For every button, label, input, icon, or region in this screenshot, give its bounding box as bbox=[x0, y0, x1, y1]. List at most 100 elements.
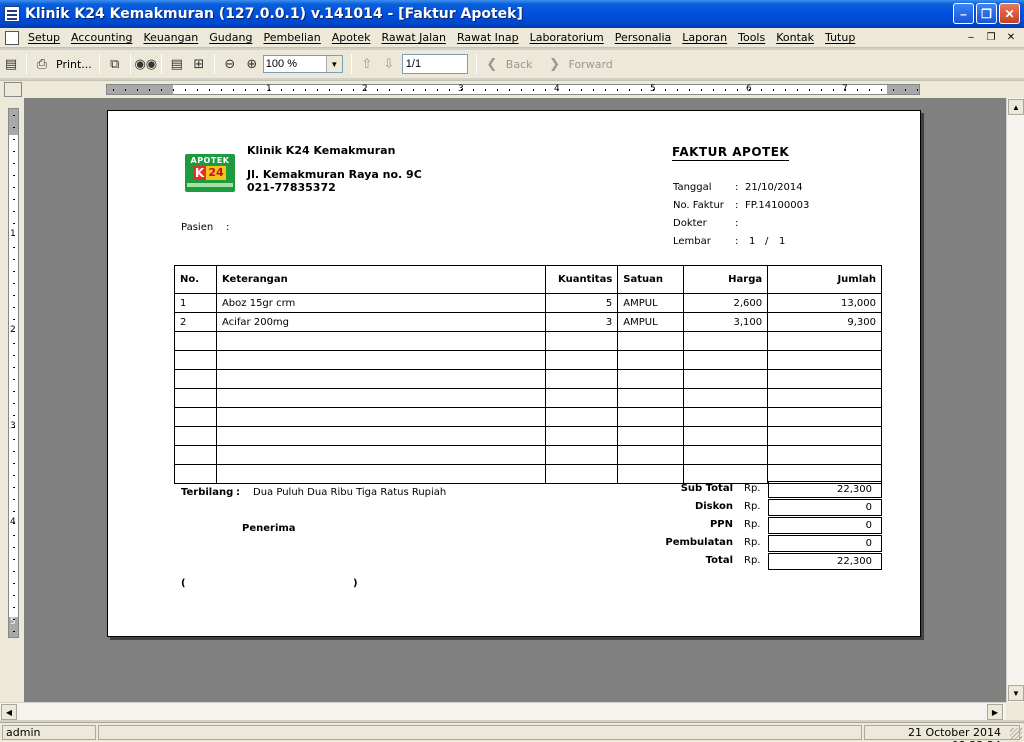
cell-no bbox=[174, 350, 217, 370]
zoom-out-icon: ⊖ bbox=[224, 56, 236, 72]
cell-satuan bbox=[617, 369, 685, 389]
cell-keterangan bbox=[215, 407, 547, 427]
ruler-tick bbox=[461, 89, 462, 91]
lembar-label: Lembar bbox=[673, 236, 711, 247]
vertical-ruler-column: 1 2 3 4 5 bbox=[0, 98, 24, 702]
toggle-tree-button[interactable]: ▤ bbox=[0, 53, 22, 75]
cell-kuantitas bbox=[545, 369, 619, 389]
lembar-page: 1 bbox=[749, 236, 756, 247]
print-button[interactable]: ⎙ Print... bbox=[31, 53, 95, 75]
currency-label: Rp. bbox=[744, 537, 761, 548]
cell-no bbox=[174, 426, 217, 446]
mdi-close-icon[interactable]: ✕ bbox=[1004, 30, 1018, 44]
ruler-tick bbox=[113, 89, 114, 91]
cell-keterangan bbox=[215, 350, 547, 370]
ruler-tick bbox=[13, 391, 15, 392]
summary-label: Total bbox=[705, 555, 733, 566]
forward-label: Forward bbox=[568, 57, 613, 71]
single-page-button[interactable]: ▤ bbox=[166, 53, 188, 75]
table-row bbox=[174, 350, 882, 370]
ruler-tick bbox=[13, 535, 15, 536]
table-header-row: No. Keterangan Kuantitas Satuan Harga Ju… bbox=[174, 265, 882, 294]
cell-kuantitas bbox=[545, 388, 619, 408]
menu-setup[interactable]: Setup bbox=[23, 31, 66, 44]
toolbar-separator bbox=[26, 54, 27, 74]
menu-laboratorium[interactable]: Laboratorium bbox=[525, 31, 610, 44]
menu-rawat-inap[interactable]: Rawat Inap bbox=[452, 31, 525, 44]
maximize-button[interactable]: ❐ bbox=[976, 3, 997, 24]
ruler-tick bbox=[533, 89, 534, 91]
zoom-in-button[interactable]: ⊕ bbox=[241, 53, 263, 75]
menu-personalia[interactable]: Personalia bbox=[610, 31, 678, 44]
ruler-tick bbox=[13, 127, 15, 128]
scroll-right-icon[interactable]: ▶ bbox=[987, 704, 1003, 720]
ruler-tick bbox=[761, 89, 762, 91]
ruler-tick bbox=[13, 115, 15, 116]
scroll-left-icon[interactable]: ◀ bbox=[1, 704, 17, 720]
menu-rawat-jalan[interactable]: Rawat Jalan bbox=[376, 31, 451, 44]
report-page: APOTEK K 24 Klinik K24 Kemakmuran Jl. Ke… bbox=[107, 110, 921, 637]
ruler-tick bbox=[13, 235, 15, 236]
document-title: FAKTUR APOTEK bbox=[672, 145, 790, 161]
ruler-tick bbox=[13, 283, 15, 284]
find-button[interactable]: ◉◉ bbox=[134, 53, 157, 75]
zoom-select[interactable]: 100 % ▼ bbox=[262, 55, 343, 73]
page-number-input[interactable]: 1/1 bbox=[401, 54, 468, 74]
ruler-tick bbox=[13, 559, 15, 560]
multi-page-button[interactable]: ⊞ bbox=[188, 53, 210, 75]
table-row bbox=[174, 445, 882, 465]
cell-keterangan bbox=[215, 388, 547, 408]
scroll-down-icon[interactable]: ▼ bbox=[1008, 685, 1024, 701]
menu-pembelian[interactable]: Pembelian bbox=[258, 31, 326, 44]
close-button[interactable]: ✕ bbox=[999, 3, 1020, 24]
lembar-separator: / bbox=[765, 236, 769, 247]
ruler-tick bbox=[797, 89, 798, 91]
cell-keterangan bbox=[215, 331, 547, 351]
menu-tutup[interactable]: Tutup bbox=[820, 31, 861, 44]
ruler-tick bbox=[449, 89, 450, 91]
menu-gudang[interactable]: Gudang bbox=[204, 31, 258, 44]
menu-laporan[interactable]: Laporan bbox=[677, 31, 733, 44]
cell-jumlah bbox=[767, 369, 882, 389]
back-button[interactable]: ❮ Back bbox=[481, 53, 536, 75]
forward-button[interactable]: ❯ Forward bbox=[544, 53, 616, 75]
logo-tagline bbox=[187, 183, 233, 187]
ruler-tick bbox=[569, 89, 570, 91]
ruler-tick bbox=[137, 89, 138, 91]
vertical-scrollbar[interactable]: ▲ ▼ bbox=[1006, 98, 1024, 702]
mdi-minimize-icon[interactable]: – bbox=[964, 30, 978, 44]
document-icon[interactable] bbox=[5, 30, 19, 45]
ruler-tick bbox=[185, 89, 186, 91]
status-user: admin bbox=[2, 725, 96, 740]
menu-keuangan[interactable]: Keuangan bbox=[138, 31, 204, 44]
ruler-tick bbox=[13, 175, 15, 176]
ruler-number: 3 bbox=[10, 421, 16, 431]
minimize-button[interactable]: – bbox=[953, 3, 974, 24]
menu-accounting[interactable]: Accounting bbox=[66, 31, 138, 44]
back-label: Back bbox=[505, 57, 533, 71]
horizontal-scrollbar[interactable]: ◀ ▶ bbox=[0, 702, 1006, 720]
horizontal-ruler-row: 1 2 3 4 5 6 7 bbox=[0, 80, 1024, 98]
ruler-tick bbox=[13, 163, 15, 164]
menu-apotek[interactable]: Apotek bbox=[327, 31, 377, 44]
ruler-corner bbox=[4, 82, 22, 97]
next-page-button[interactable]: ⇩ bbox=[378, 53, 400, 75]
ruler-tick bbox=[293, 89, 294, 91]
ruler-tick bbox=[677, 89, 678, 91]
title-bar[interactable]: Klinik K24 Kemakmuran (127.0.0.1) v.1410… bbox=[0, 0, 1024, 28]
resize-grip-icon[interactable] bbox=[1010, 728, 1022, 740]
table-row bbox=[174, 426, 882, 446]
ruler-tick bbox=[425, 89, 426, 91]
menu-kontak[interactable]: Kontak bbox=[771, 31, 820, 44]
scroll-up-icon[interactable]: ▲ bbox=[1008, 99, 1024, 115]
window-title: Klinik K24 Kemakmuran (127.0.0.1) v.1410… bbox=[25, 6, 523, 22]
mdi-restore-icon[interactable]: ❐ bbox=[984, 30, 998, 44]
chevron-down-icon[interactable]: ▼ bbox=[325, 56, 342, 72]
zoom-out-button[interactable]: ⊖ bbox=[219, 53, 241, 75]
ruler-tick bbox=[173, 89, 174, 91]
prev-page-button[interactable]: ⇧ bbox=[356, 53, 378, 75]
copy-button[interactable]: ⧉ bbox=[104, 53, 126, 75]
menu-tools[interactable]: Tools bbox=[733, 31, 771, 44]
ruler-tick bbox=[485, 89, 486, 91]
clinic-address: Jl. Kemakmuran Raya no. 9C bbox=[247, 168, 422, 181]
